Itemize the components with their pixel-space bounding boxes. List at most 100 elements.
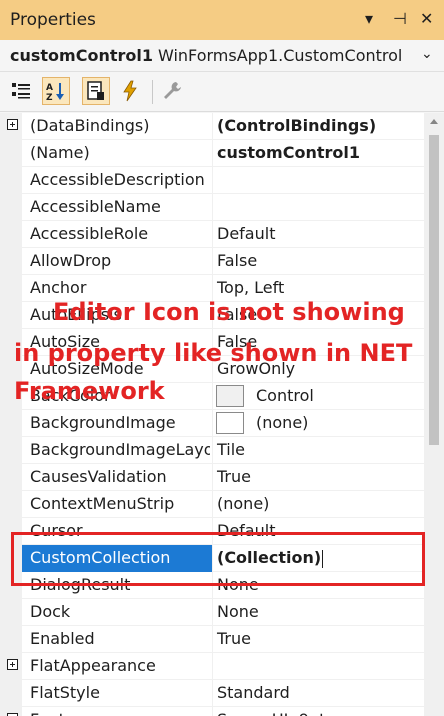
property-row[interactable]: Enabled True bbox=[0, 626, 424, 653]
property-value-text: Standard bbox=[217, 683, 290, 702]
annotation-line-2: in property like shown in NET bbox=[14, 339, 413, 367]
property-value-text: Tile bbox=[217, 440, 246, 459]
column-divider bbox=[212, 653, 213, 680]
properties-title-bar: Properties ▾ ⊣ ✕ bbox=[0, 0, 444, 40]
property-value[interactable]: True bbox=[217, 467, 251, 486]
property-value-text: (none) bbox=[217, 494, 270, 513]
annotation-line-1: Editor Icon is not showing bbox=[53, 298, 405, 326]
scroll-up-icon[interactable] bbox=[430, 119, 438, 124]
property-name: AllowDrop bbox=[30, 251, 112, 270]
property-value-text: None bbox=[217, 602, 259, 621]
svg-text:A: A bbox=[46, 83, 53, 93]
property-value[interactable]: True bbox=[217, 629, 251, 648]
property-row[interactable]: AllowDrop False bbox=[0, 248, 424, 275]
value-swatch bbox=[216, 412, 244, 434]
property-name: Anchor bbox=[30, 278, 87, 297]
property-value[interactable]: Segoe UI; 9pt bbox=[217, 710, 325, 716]
property-name: BackgroundImageLayout bbox=[30, 440, 210, 459]
column-divider bbox=[212, 113, 213, 140]
close-icon[interactable]: ✕ bbox=[420, 10, 433, 28]
property-pages-wrench-icon[interactable] bbox=[158, 77, 186, 105]
column-divider bbox=[212, 437, 213, 464]
svg-text:Z: Z bbox=[46, 93, 53, 102]
pin-icon[interactable]: ⊣ bbox=[393, 10, 407, 28]
column-divider bbox=[212, 410, 213, 437]
property-value[interactable]: Control bbox=[256, 386, 314, 405]
alphabetical-icon[interactable]: A Z bbox=[42, 77, 70, 105]
chevron-down-icon[interactable]: ⌄ bbox=[421, 46, 433, 62]
column-divider bbox=[212, 194, 213, 221]
property-value-text: True bbox=[217, 467, 251, 486]
property-name: Dock bbox=[30, 602, 71, 621]
property-name: AccessibleRole bbox=[30, 224, 149, 243]
vertical-scrollbar[interactable] bbox=[424, 113, 444, 716]
properties-toolbar: A Z bbox=[0, 72, 444, 112]
property-row[interactable]: BackgroundImageLayout Tile bbox=[0, 437, 424, 464]
object-type: WinFormsApp1.CustomControl bbox=[158, 46, 403, 65]
column-divider bbox=[212, 680, 213, 707]
property-name: CausesValidation bbox=[30, 467, 167, 486]
categorized-icon[interactable] bbox=[8, 77, 36, 105]
column-divider bbox=[212, 248, 213, 275]
property-row[interactable]: (DataBindings) (ControlBindings) bbox=[0, 113, 424, 140]
property-name: AccessibleDescription bbox=[30, 170, 205, 189]
column-divider bbox=[212, 167, 213, 194]
column-divider bbox=[212, 491, 213, 518]
property-name: AccessibleName bbox=[30, 197, 161, 216]
property-row[interactable]: FlatStyle Standard bbox=[0, 680, 424, 707]
property-value[interactable]: (ControlBindings) bbox=[217, 116, 376, 135]
property-row[interactable]: AccessibleRole Default bbox=[0, 221, 424, 248]
toolbar-separator bbox=[152, 80, 153, 104]
property-row[interactable]: FlatAppearance bbox=[0, 653, 424, 680]
property-name: Enabled bbox=[30, 629, 95, 648]
column-divider bbox=[212, 626, 213, 653]
property-value[interactable]: False bbox=[217, 251, 257, 270]
property-grid: (DataBindings) (ControlBindings) (Name) cus… bbox=[0, 113, 424, 716]
property-name: Font bbox=[30, 710, 210, 716]
column-divider bbox=[212, 707, 213, 716]
property-value[interactable]: None bbox=[217, 602, 259, 621]
property-name: FlatStyle bbox=[30, 683, 100, 702]
property-value-text: (none) bbox=[256, 413, 309, 432]
expand-plus-icon[interactable] bbox=[7, 659, 18, 670]
property-value-text: Default bbox=[217, 224, 276, 243]
property-row[interactable]: (Name) customControl1 bbox=[0, 140, 424, 167]
annotation-line-3: Framework bbox=[14, 377, 165, 405]
property-value-text: False bbox=[217, 251, 258, 270]
column-divider bbox=[212, 140, 213, 167]
property-value[interactable]: (none) bbox=[217, 494, 269, 513]
property-row[interactable]: Dock None bbox=[0, 599, 424, 626]
properties-icon[interactable] bbox=[82, 77, 110, 105]
events-lightning-icon[interactable] bbox=[116, 77, 144, 105]
annotation-highlight-box bbox=[11, 532, 425, 586]
property-row[interactable]: AccessibleDescription bbox=[0, 167, 424, 194]
property-name: BackgroundImage bbox=[30, 413, 176, 432]
property-name: (DataBindings) bbox=[30, 116, 150, 135]
object-name: customControl1 bbox=[10, 46, 153, 65]
property-row[interactable]: AccessibleName bbox=[0, 194, 424, 221]
object-selector[interactable]: customControl1 WinFormsApp1.CustomContro… bbox=[0, 40, 444, 72]
column-divider bbox=[212, 599, 213, 626]
column-divider bbox=[212, 383, 213, 410]
window-title: Properties bbox=[10, 10, 96, 30]
property-value-text: Top, Left bbox=[217, 278, 285, 297]
property-value[interactable]: Default bbox=[217, 224, 275, 243]
property-row[interactable]: BackgroundImage (none) bbox=[0, 410, 424, 437]
expand-plus-icon[interactable] bbox=[7, 119, 18, 130]
value-swatch bbox=[216, 385, 244, 407]
property-value[interactable]: Standard bbox=[217, 683, 290, 702]
property-value[interactable]: customControl1 bbox=[217, 143, 360, 162]
property-row[interactable]: ContextMenuStrip (none) bbox=[0, 491, 424, 518]
property-value[interactable]: Tile bbox=[217, 440, 245, 459]
column-divider bbox=[212, 464, 213, 491]
property-name: FlatAppearance bbox=[30, 656, 156, 675]
column-divider bbox=[212, 221, 213, 248]
property-name: ContextMenuStrip bbox=[30, 494, 175, 513]
property-value[interactable]: Top, Left bbox=[217, 278, 284, 297]
property-value[interactable]: (none) bbox=[256, 413, 308, 432]
chevron-down-icon[interactable]: ▾ bbox=[365, 10, 373, 28]
property-row[interactable]: CausesValidation True bbox=[0, 464, 424, 491]
property-row[interactable]: Font Segoe UI; 9pt bbox=[0, 707, 424, 716]
scroll-thumb[interactable] bbox=[429, 135, 439, 445]
property-value-text: Control bbox=[256, 386, 314, 405]
